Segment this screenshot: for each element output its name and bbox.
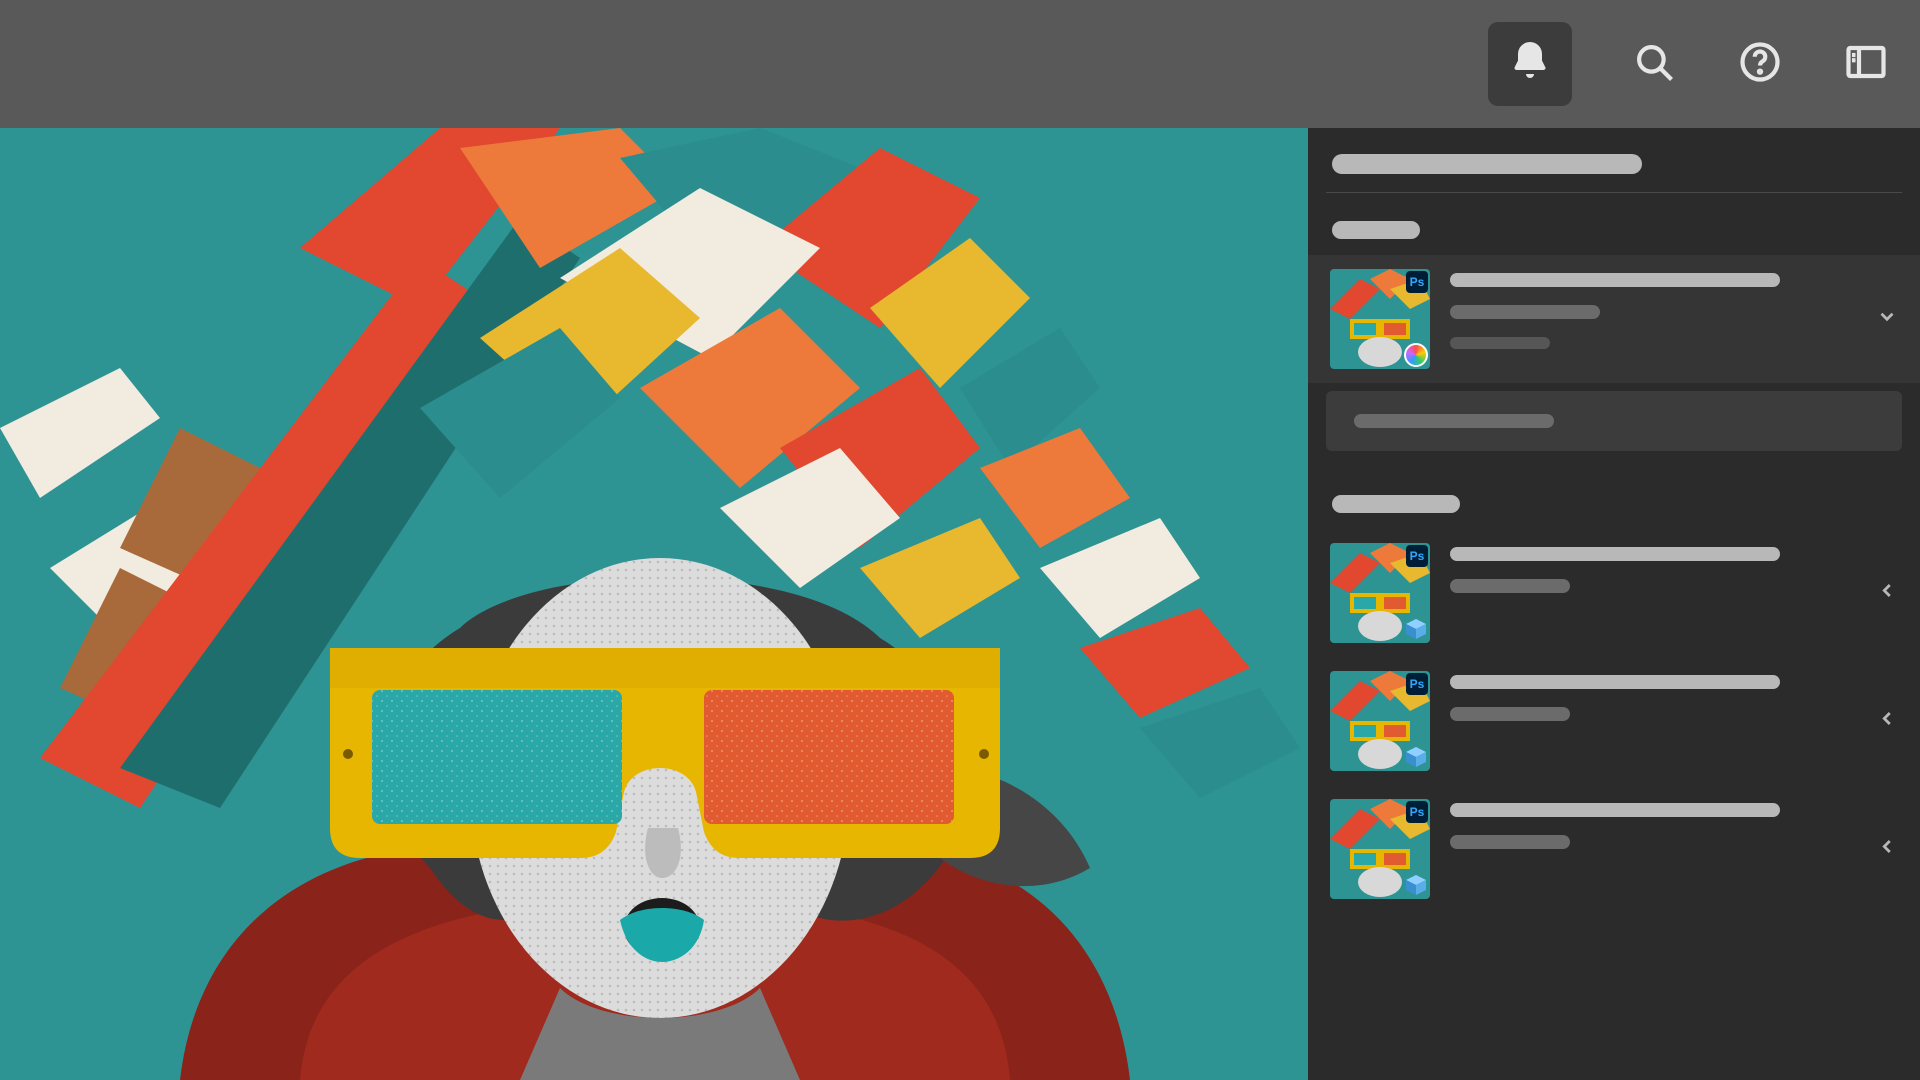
item-title — [1450, 273, 1780, 287]
item-text — [1450, 671, 1898, 721]
history-item-0[interactable]: Ps — [1308, 255, 1920, 383]
cube-icon — [1404, 745, 1428, 769]
thumbnail: Ps — [1330, 543, 1430, 643]
ps-badge-icon: Ps — [1406, 545, 1428, 567]
search-icon — [1633, 41, 1675, 88]
thumbnail: Ps — [1330, 671, 1430, 771]
item-line-2 — [1450, 579, 1570, 593]
chevron-left-icon — [1876, 845, 1898, 862]
section-label-1 — [1308, 193, 1920, 255]
history-item-2[interactable]: Ps — [1308, 657, 1920, 785]
notifications-button[interactable] — [1488, 22, 1572, 106]
item-text — [1450, 799, 1898, 849]
help-button[interactable] — [1736, 40, 1784, 88]
cube-icon — [1404, 617, 1428, 641]
cube-icon — [1404, 873, 1428, 897]
canvas-preview[interactable] — [0, 128, 1308, 1080]
section-label-2 — [1308, 467, 1920, 529]
top-toolbar — [0, 0, 1920, 128]
panel-icon — [1845, 41, 1887, 88]
ps-badge-icon: Ps — [1406, 801, 1428, 823]
bell-icon — [1506, 38, 1554, 91]
expand-toggle[interactable] — [1876, 580, 1898, 607]
item-title — [1450, 803, 1780, 817]
thumbnail: Ps — [1330, 269, 1430, 369]
item-title — [1450, 547, 1780, 561]
expand-toggle[interactable] — [1876, 306, 1898, 333]
help-icon — [1739, 41, 1781, 88]
expand-toggle[interactable] — [1876, 836, 1898, 863]
history-item-1[interactable]: Ps — [1308, 529, 1920, 657]
thumbnail: Ps — [1330, 799, 1430, 899]
details-text — [1354, 414, 1554, 428]
ps-badge-icon: Ps — [1406, 673, 1428, 695]
color-wheel-icon — [1404, 343, 1428, 367]
panel-header — [1308, 128, 1920, 192]
chevron-left-icon — [1876, 589, 1898, 606]
item-line-3 — [1450, 337, 1550, 349]
item-line-2 — [1450, 707, 1570, 721]
item-details-box[interactable] — [1326, 391, 1902, 451]
chevron-down-icon — [1876, 315, 1898, 332]
expand-toggle[interactable] — [1876, 708, 1898, 735]
panel-toggle-button[interactable] — [1842, 40, 1890, 88]
ps-badge-icon: Ps — [1406, 271, 1428, 293]
side-panel: Ps — [1308, 128, 1920, 1080]
item-line-2 — [1450, 305, 1600, 319]
item-title — [1450, 675, 1780, 689]
item-line-2 — [1450, 835, 1570, 849]
chevron-left-icon — [1876, 717, 1898, 734]
item-text — [1450, 543, 1898, 593]
panel-title — [1332, 154, 1642, 174]
search-button[interactable] — [1630, 40, 1678, 88]
item-text — [1450, 269, 1898, 349]
history-item-3[interactable]: Ps — [1308, 785, 1920, 913]
